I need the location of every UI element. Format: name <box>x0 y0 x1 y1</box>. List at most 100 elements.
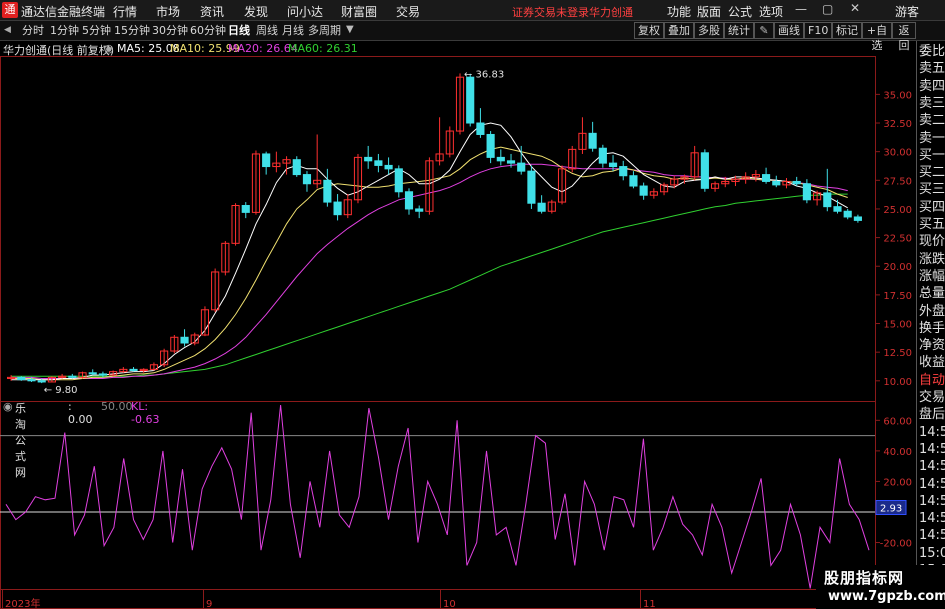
candle <box>588 121 597 152</box>
candle <box>17 376 26 381</box>
chart-border <box>0 56 876 609</box>
collapse-arrow-icon[interactable]: ◀ <box>4 25 11 35</box>
side-panel-item: 14:56 <box>919 459 945 475</box>
menu-trade[interactable]: 交易 <box>396 3 420 20</box>
candle <box>435 117 444 166</box>
login-status[interactable]: 证券交易未登录 <box>512 4 589 20</box>
candle-body <box>700 152 709 189</box>
kline-chart[interactable]: ← 36.83 ← 9.80 35.00 32.50 30.00 27.50 25.00 2… <box>0 56 916 609</box>
period-toolbar: ◀ 分时 1分钟 5分钟 15分钟 30分钟 60分钟 日线 周线 月线 多周期… <box>0 21 945 52</box>
candle-body <box>517 162 526 172</box>
price-tick-label: 17.50 <box>883 291 912 302</box>
candle-body <box>241 205 250 213</box>
menu-market[interactable]: 市场 <box>156 3 180 20</box>
candle <box>476 108 485 138</box>
candle <box>353 153 363 204</box>
menu-quotes[interactable]: 行情 <box>113 3 137 20</box>
side-panel-item: 涨跌 <box>919 251 945 267</box>
candle <box>843 208 852 220</box>
menu-wealth-circle[interactable]: 财富圈 <box>341 3 377 20</box>
ma60-line <box>11 193 848 377</box>
candle <box>129 367 138 372</box>
side-panel-item: 净资 <box>919 338 945 354</box>
candle-body <box>180 336 189 344</box>
menu-news[interactable]: 资讯 <box>200 3 224 20</box>
app-title: 通达信金融终端 <box>21 5 106 19</box>
indicator-settings-icon[interactable]: ◉ <box>3 400 13 413</box>
candle-body <box>364 156 373 162</box>
side-panel-item: 卖一 <box>919 130 945 146</box>
candle <box>649 188 658 199</box>
candle-body <box>404 191 414 210</box>
menu-options[interactable]: 选项 <box>759 3 783 20</box>
side-panel-item: 14:57 <box>919 511 945 527</box>
candle <box>68 373 77 379</box>
app-logo-icon: 通 <box>2 2 18 18</box>
candle <box>180 329 189 347</box>
menu-functions[interactable]: 功能 <box>667 3 691 20</box>
candle <box>486 131 495 164</box>
price-tick-label: 15.00 <box>883 320 912 331</box>
draw-line-button[interactable]: 画线 <box>774 22 804 39</box>
candle-body <box>415 208 424 212</box>
indicator-line-value: 50.00 <box>101 400 133 413</box>
add-favorite-button[interactable]: +自选 <box>862 22 892 52</box>
adjust-button[interactable]: 复权 <box>634 22 664 39</box>
menu-layout[interactable]: 版面 <box>697 3 721 20</box>
period-5min[interactable]: 5分钟 <box>82 23 111 39</box>
period-multi[interactable]: 多周期 <box>308 23 341 39</box>
candle-body <box>527 170 536 204</box>
period-monthly[interactable]: 月线 <box>282 23 304 39</box>
candle-body <box>394 168 403 193</box>
ma60-value: MA60: 26.31 <box>288 42 358 55</box>
period-60min[interactable]: 60分钟 <box>190 23 226 39</box>
period-intraday[interactable]: 分时 <box>22 23 44 39</box>
side-panel-item: 14:56 <box>919 424 945 440</box>
statistics-button[interactable]: 统计 <box>724 22 754 39</box>
f10-button[interactable]: F10 <box>804 22 832 39</box>
window-minimize-icon[interactable]: — <box>795 2 807 16</box>
side-panel-item: 总量 <box>919 286 945 302</box>
price-tick-label: 20.00 <box>883 262 912 273</box>
dropdown-arrow-icon[interactable]: ▼ <box>346 24 354 35</box>
period-daily[interactable]: 日线 <box>228 23 250 39</box>
current-stock-title: 华力创通 <box>589 6 633 19</box>
candle <box>823 168 832 212</box>
candle <box>598 144 607 168</box>
draw-tool-icon[interactable]: ✎ <box>754 22 774 39</box>
candle-body <box>506 160 516 164</box>
menu-formula[interactable]: 公式 <box>728 3 752 20</box>
candle <box>527 165 536 209</box>
period-weekly[interactable]: 周线 <box>256 23 278 39</box>
candle-body <box>333 201 342 216</box>
price-tick-label: 12.50 <box>883 348 912 359</box>
window-restore-icon[interactable]: ▢ <box>822 2 833 16</box>
period-1min[interactable]: 1分钟 <box>50 23 79 39</box>
candle-body <box>129 368 138 372</box>
period-15min[interactable]: 15分钟 <box>114 23 150 39</box>
time-tick-label: 11 <box>643 599 656 609</box>
candle <box>813 190 822 206</box>
menu-ask-xiaoda[interactable]: 问小达 <box>287 3 323 20</box>
candle-body <box>384 164 393 170</box>
period-30min[interactable]: 30分钟 <box>152 23 188 39</box>
indicator-name: 乐淘公式网 <box>15 402 26 479</box>
window-close-icon[interactable]: ✕ <box>850 1 860 15</box>
candle <box>547 199 556 214</box>
side-panel-item: 自动 <box>919 372 945 388</box>
candle-body <box>619 166 628 177</box>
candle <box>690 145 699 181</box>
candle <box>517 145 526 175</box>
overlay-button[interactable]: 叠加 <box>664 22 694 39</box>
settings-icon[interactable]: ◉ <box>104 42 114 55</box>
price-tick-label: 30.00 <box>883 148 912 159</box>
price-tick-label: 35.00 <box>883 90 912 101</box>
back-button[interactable]: 返回 <box>892 22 916 52</box>
guest-user[interactable]: 游客 <box>895 3 919 20</box>
mark-button[interactable]: 标记 <box>832 22 862 39</box>
menu-discover[interactable]: 发现 <box>244 3 268 20</box>
candle-body <box>262 153 271 168</box>
candle <box>415 205 424 219</box>
multi-stock-button[interactable]: 多股 <box>694 22 724 39</box>
candle <box>200 306 210 337</box>
